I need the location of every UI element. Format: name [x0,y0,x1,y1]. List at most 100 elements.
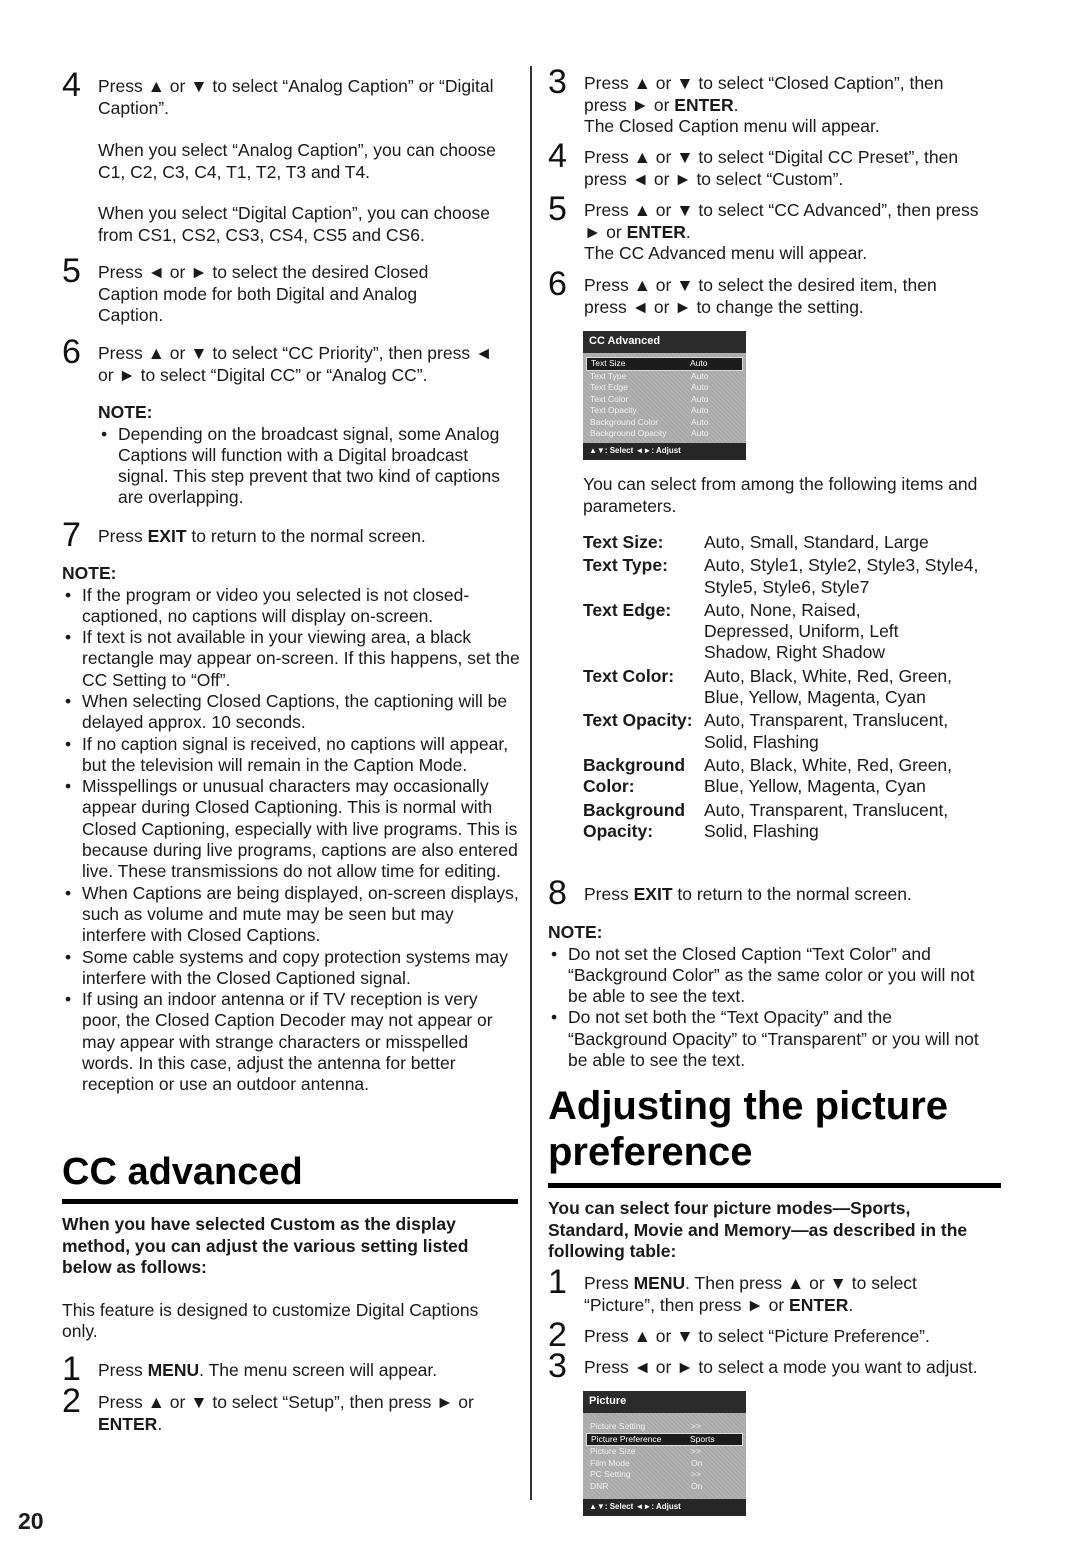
param-row: Text Edge: Auto, None, Raised, Depressed,… [583,599,899,663]
step-3-select-mode: 3 Press ◄ or ► to select a mode you want… [548,1349,1008,1383]
menu-item-background-color: Background Color Auto [590,416,709,427]
section-title: Adjusting the picture preference [548,1084,948,1174]
params-intro: You can select from among the following … [583,474,978,516]
cc-advanced-section: CC advanced When you have selected Custo… [62,1150,518,1343]
note-item: Some cable systems and copy protection s… [62,947,520,990]
menu-footer-hint: ▲▼: Select ◄►: Adjust [583,1499,746,1516]
param-row: Text Color: Auto, Black, White, Red, Gree… [583,665,953,708]
step-number: 8 [548,874,567,912]
menu-item-background-opacity: Background Opacity Auto [590,428,709,438]
column-divider [530,66,532,1500]
note-item: When selecting Closed Captions, the capt… [62,691,520,734]
step-text: Press ▲ or ▼ to select “Digital CC Prese… [584,147,959,189]
step-number: 1 [548,1263,567,1301]
menu-item-picture-setting: Picture Setting >> [590,1421,701,1431]
step-text: Press ▲ or ▼ to select “Picture Preferen… [584,1326,930,1346]
step-5-mode: 5 Press ◄ or ► to select the desired Clo… [62,254,520,327]
note-item: Do not set the Closed Caption “Text Colo… [548,944,988,1008]
param-row: Background Color: Auto, Black, White, Red… [583,754,953,797]
menu-footer-hint: ▲▼: Select ◄►: Adjust [583,443,746,460]
step-text: Press ▲ or ▼ to select “CC Advanced”, th… [584,200,979,263]
step-number: 1 [62,1350,81,1388]
note-general: NOTE: If the program or video you select… [62,563,520,1096]
step-text: Press MENU. Then press ▲ or ▼ to select … [584,1273,917,1315]
step-text: Press ◄ or ► to select the desired Close… [98,262,429,325]
page-number: 20 [18,1508,44,1534]
picture-preference-section: Adjusting the picture preference You can… [548,1083,1001,1263]
step-1-menu-picture: 1 Press MENU. Then press ▲ or ▼ to selec… [548,1265,1008,1316]
menu-key: MENU [633,1273,686,1293]
step-number: 4 [548,137,567,175]
note-heading: NOTE: [98,402,153,422]
param-row: Text Opacity: Auto, Transparent, Transluc… [583,710,949,752]
param-row: Text Size: Auto, Small, Standard, Large [583,532,929,552]
menu-item-text-type: Text Type Auto [590,370,709,381]
step-8-exit: 8 Press EXIT to return to the normal scr… [548,876,1008,910]
section-lead: When you have selected Custom as the dis… [62,1214,469,1277]
menu-item-text-size: Text Size Auto [586,357,743,371]
step-text: Press ◄ or ► to select a mode you want t… [584,1357,978,1377]
step-4-analog-digital: 4 Press ▲ or ▼ to select “Analog Caption… [62,68,520,119]
digital-caption-info: When you select “Digital Caption”, you c… [98,203,491,245]
note-heading: NOTE: [62,563,117,583]
step-1-menu: 1 Press MENU. The menu screen will appea… [62,1352,520,1386]
note-item: If no caption signal is received, no cap… [62,734,520,777]
step-text: Press ▲ or ▼ to select “CC Priority”, th… [98,343,493,385]
step-2-setup: 2 Press ▲ or ▼ to select “Setup”, then p… [62,1384,520,1435]
menu-item-pc-setting: PC Setting >> [590,1469,701,1479]
step-2-picture-preference: 2 Press ▲ or ▼ to select “Picture Prefer… [548,1318,1008,1352]
menu-title: Picture [583,1391,746,1413]
step-number: 3 [548,63,567,101]
step-5-cc-advanced: 5 Press ▲ or ▼ to select “CC Advanced”, … [548,192,1008,265]
cc-advanced-menu-screenshot: CC Advanced Text Size Auto Text Type Auto … [583,331,746,460]
menu-key: MENU [147,1360,200,1380]
title-rule [62,1199,518,1204]
note-list: If the program or video you selected is … [62,585,520,1096]
step-number: 5 [548,190,567,228]
menu-item-film-mode: Film Mode On [590,1457,703,1468]
enter-key: ENTER [789,1294,849,1315]
note-item: If text is not available in your viewing… [62,627,520,691]
menu-item-picture-preference: Picture Preference Sports [586,1432,743,1446]
note-list: Do not set the Closed Caption “Text Colo… [548,944,988,1072]
step-number: 5 [62,252,81,290]
note-item: Depending on the broadcast signal, some … [98,424,508,509]
step-6-cc-priority: 6 Press ▲ or ▼ to select “CC Priority”, … [62,335,520,386]
step-text: Press ▲ or ▼ to select “Closed Caption”,… [584,73,944,136]
step-text: Press EXIT to return to the normal scree… [98,526,426,546]
step-number: 6 [62,333,81,371]
menu-item-text-opacity: Text Opacity Auto [590,405,709,415]
step-number: 7 [62,516,81,554]
note-item: Misspellings or unusual characters may o… [62,776,520,882]
menu-items: Picture Setting >> Picture Preference Spor… [583,1413,746,1495]
enter-key: ENTER [98,1413,158,1434]
note-heading: NOTE: [548,922,603,942]
cc-parameters-table: Text Size: Auto, Small, Standard, Large T… [583,532,1008,844]
step-text: Press ▲ or ▼ to select the desired item,… [584,275,937,317]
section-lead: You can select four picture modes—Sports… [548,1198,968,1261]
menu-item-dnr: DNR On [590,1480,703,1491]
step-7-exit: 7 Press EXIT to return to the normal scr… [62,518,520,552]
param-row: Text Type: Auto, Style1, Style2, Style3, … [583,555,979,597]
menu-item-picture-size: Picture Size >> [590,1446,701,1456]
step-6-select-item: 6 Press ▲ or ▼ to select the desired ite… [548,267,1008,318]
menu-items: Text Size Auto Text Type Auto Text Edge Aut… [583,353,746,443]
menu-item-text-color: Text Color Auto [590,393,709,404]
picture-menu-screenshot: Picture Picture Setting >> Picture Prefer… [583,1391,746,1516]
section-intro: This feature is designed to customize Di… [62,1299,479,1342]
step-text: Press MENU. The menu screen will appear. [98,1360,438,1380]
param-row: Background Opacity: Auto, Transparent, Tr… [583,799,949,841]
step-text: Press ▲ or ▼ to select “Analog Caption” … [98,76,494,118]
analog-caption-info: When you select “Analog Caption”, you ca… [98,140,496,182]
note-item: If using an indoor antenna or if TV rece… [62,989,520,1095]
note-item: If the program or video you selected is … [62,585,520,628]
step-number: 4 [62,66,81,104]
step-number: 6 [548,265,567,303]
step-text: Press EXIT to return to the normal scree… [584,884,912,904]
step-4-digital-cc-preset: 4 Press ▲ or ▼ to select “Digital CC Pre… [548,139,1008,190]
note-item: Do not set both the “Text Opacity” and t… [548,1007,988,1071]
step-3-closed-caption: 3 Press ▲ or ▼ to select “Closed Caption… [548,65,1008,138]
note-list: Depending on the broadcast signal, some … [98,424,508,509]
exit-key: EXIT [147,526,187,546]
exit-key: EXIT [633,884,673,904]
